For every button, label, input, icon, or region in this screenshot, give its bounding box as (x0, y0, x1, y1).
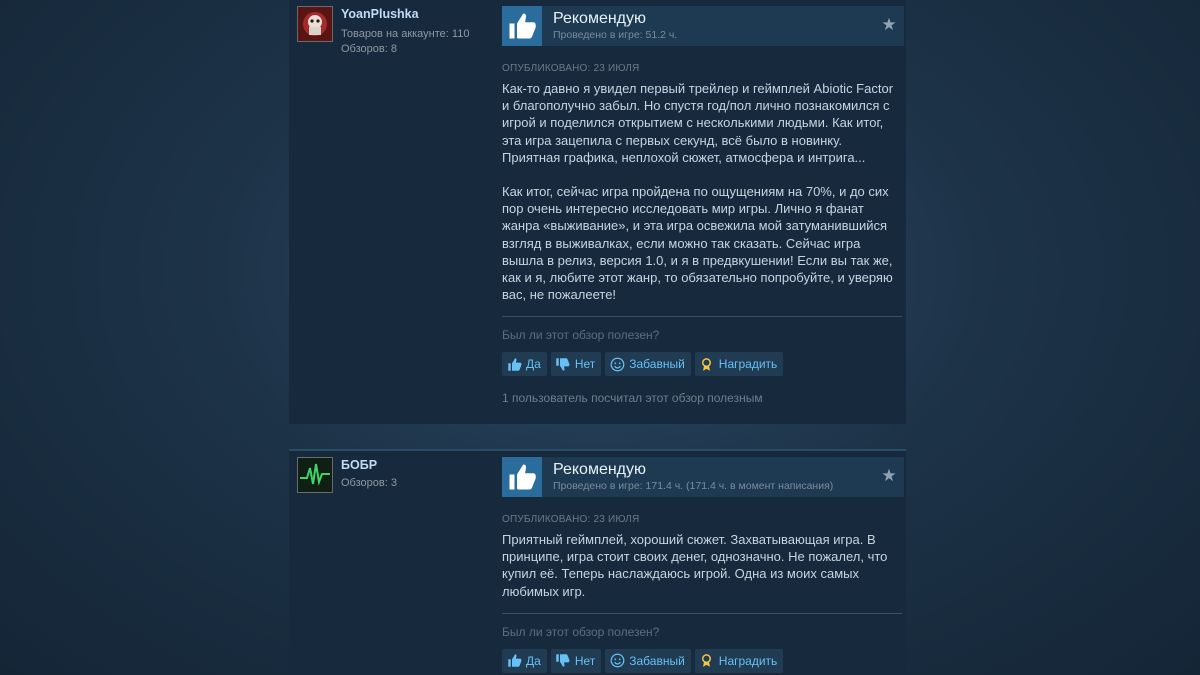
helpful-question: Был ли этот обзор полезен? (502, 624, 660, 639)
smiley-icon (609, 653, 625, 669)
vote-no-label: Нет (574, 357, 596, 372)
recommendation-label: Рекомендую (553, 461, 647, 478)
avatar[interactable] (297, 457, 333, 493)
vote-yes-button[interactable]: Да (502, 648, 547, 673)
star-icon[interactable]: ★ (880, 16, 898, 34)
vote-no-button[interactable]: Нет (550, 352, 602, 377)
author-name[interactable]: YoanPlushka (341, 7, 419, 21)
thumbs-up-icon (502, 457, 542, 497)
vote-funny-button[interactable]: Забавный (605, 352, 691, 377)
vote-yes-button[interactable]: Да (502, 352, 547, 377)
thumbs-up-icon (506, 653, 522, 669)
vote-controls: Да Нет Забавный Наградить (502, 352, 904, 377)
star-icon[interactable]: ★ (880, 467, 898, 485)
divider (502, 612, 902, 614)
review-content: Рекомендую Проведено в игре: 171.4 ч. (1… (502, 457, 904, 673)
vote-funny-label: Забавный (629, 357, 685, 372)
author-reviews[interactable]: Обзоров: 3 (341, 476, 397, 491)
author-products[interactable]: Товаров на аккаунте: 110 (341, 27, 469, 42)
avatar-image (298, 7, 332, 41)
posted-date: ОПУБЛИКОВАНО: 23 ИЮЛЯ (502, 514, 640, 525)
helpful-count: 1 пользователь посчитал этот обзор полез… (502, 391, 763, 406)
thumbs-down-icon (555, 356, 571, 372)
review-text: Как-то давно я увидел первый трейлер и г… (502, 80, 902, 303)
divider (502, 316, 902, 318)
reviews-column: YoanPlushka Товаров на аккаунте: 110 Обз… (289, 0, 906, 675)
vote-yes-label: Да (526, 357, 541, 372)
vote-funny-label: Забавный (629, 653, 685, 668)
award-label: Наградить (718, 653, 778, 668)
helpful-question: Был ли этот обзор полезен? (502, 328, 660, 343)
recommendation-label: Рекомендую (553, 10, 647, 27)
hours-played: Проведено в игре: 171.4 ч. (171.4 ч. в м… (553, 480, 834, 492)
hours-played: Проведено в игре: 51.2 ч. (553, 29, 678, 41)
review-card: YoanPlushka Товаров на аккаунте: 110 Обз… (289, 0, 906, 424)
vote-funny-button[interactable]: Забавный (605, 648, 691, 673)
vote-controls: Да Нет Забавный Наградить (502, 648, 904, 673)
thumbs-up-icon (506, 356, 522, 372)
review-paragraph: Приятный геймплей, хороший сюжет. Захват… (502, 532, 888, 599)
award-button[interactable]: Наградить (694, 352, 784, 377)
posted-date: ОПУБЛИКОВАНО: 23 ИЮЛЯ (502, 63, 640, 74)
review-paragraph: Как-то давно я увидел первый трейлер и г… (502, 81, 894, 165)
vote-no-button[interactable]: Нет (550, 648, 602, 673)
author-stats: Обзоров: 3 (341, 476, 397, 491)
smiley-icon (609, 356, 625, 372)
review-text: Приятный геймплей, хороший сюжет. Захват… (502, 531, 902, 600)
avatar[interactable] (297, 6, 333, 42)
award-button[interactable]: Наградить (694, 648, 784, 673)
vote-no-label: Нет (574, 653, 596, 668)
author-stats: Товаров на аккаунте: 110 Обзоров: 8 (341, 27, 469, 57)
review-card: БОБР Обзоров: 3 Рекомендую Проведено в и… (289, 451, 906, 675)
recommendation-header[interactable]: Рекомендую Проведено в игре: 171.4 ч. (1… (502, 457, 904, 497)
review-content: Рекомендую Проведено в игре: 51.2 ч. ★ О… (502, 6, 904, 405)
review-paragraph: Как итог, сейчас игра пройдена по ощущен… (502, 184, 893, 303)
thumbs-up-icon (502, 6, 542, 46)
vote-yes-label: Да (526, 653, 541, 668)
avatar-image (298, 458, 332, 492)
award-icon (699, 653, 715, 669)
award-icon (699, 356, 715, 372)
award-label: Наградить (718, 357, 778, 372)
author-reviews[interactable]: Обзоров: 8 (341, 42, 469, 57)
author-name[interactable]: БОБР (341, 458, 377, 472)
recommendation-header[interactable]: Рекомендую Проведено в игре: 51.2 ч. ★ (502, 6, 904, 46)
thumbs-down-icon (555, 653, 571, 669)
